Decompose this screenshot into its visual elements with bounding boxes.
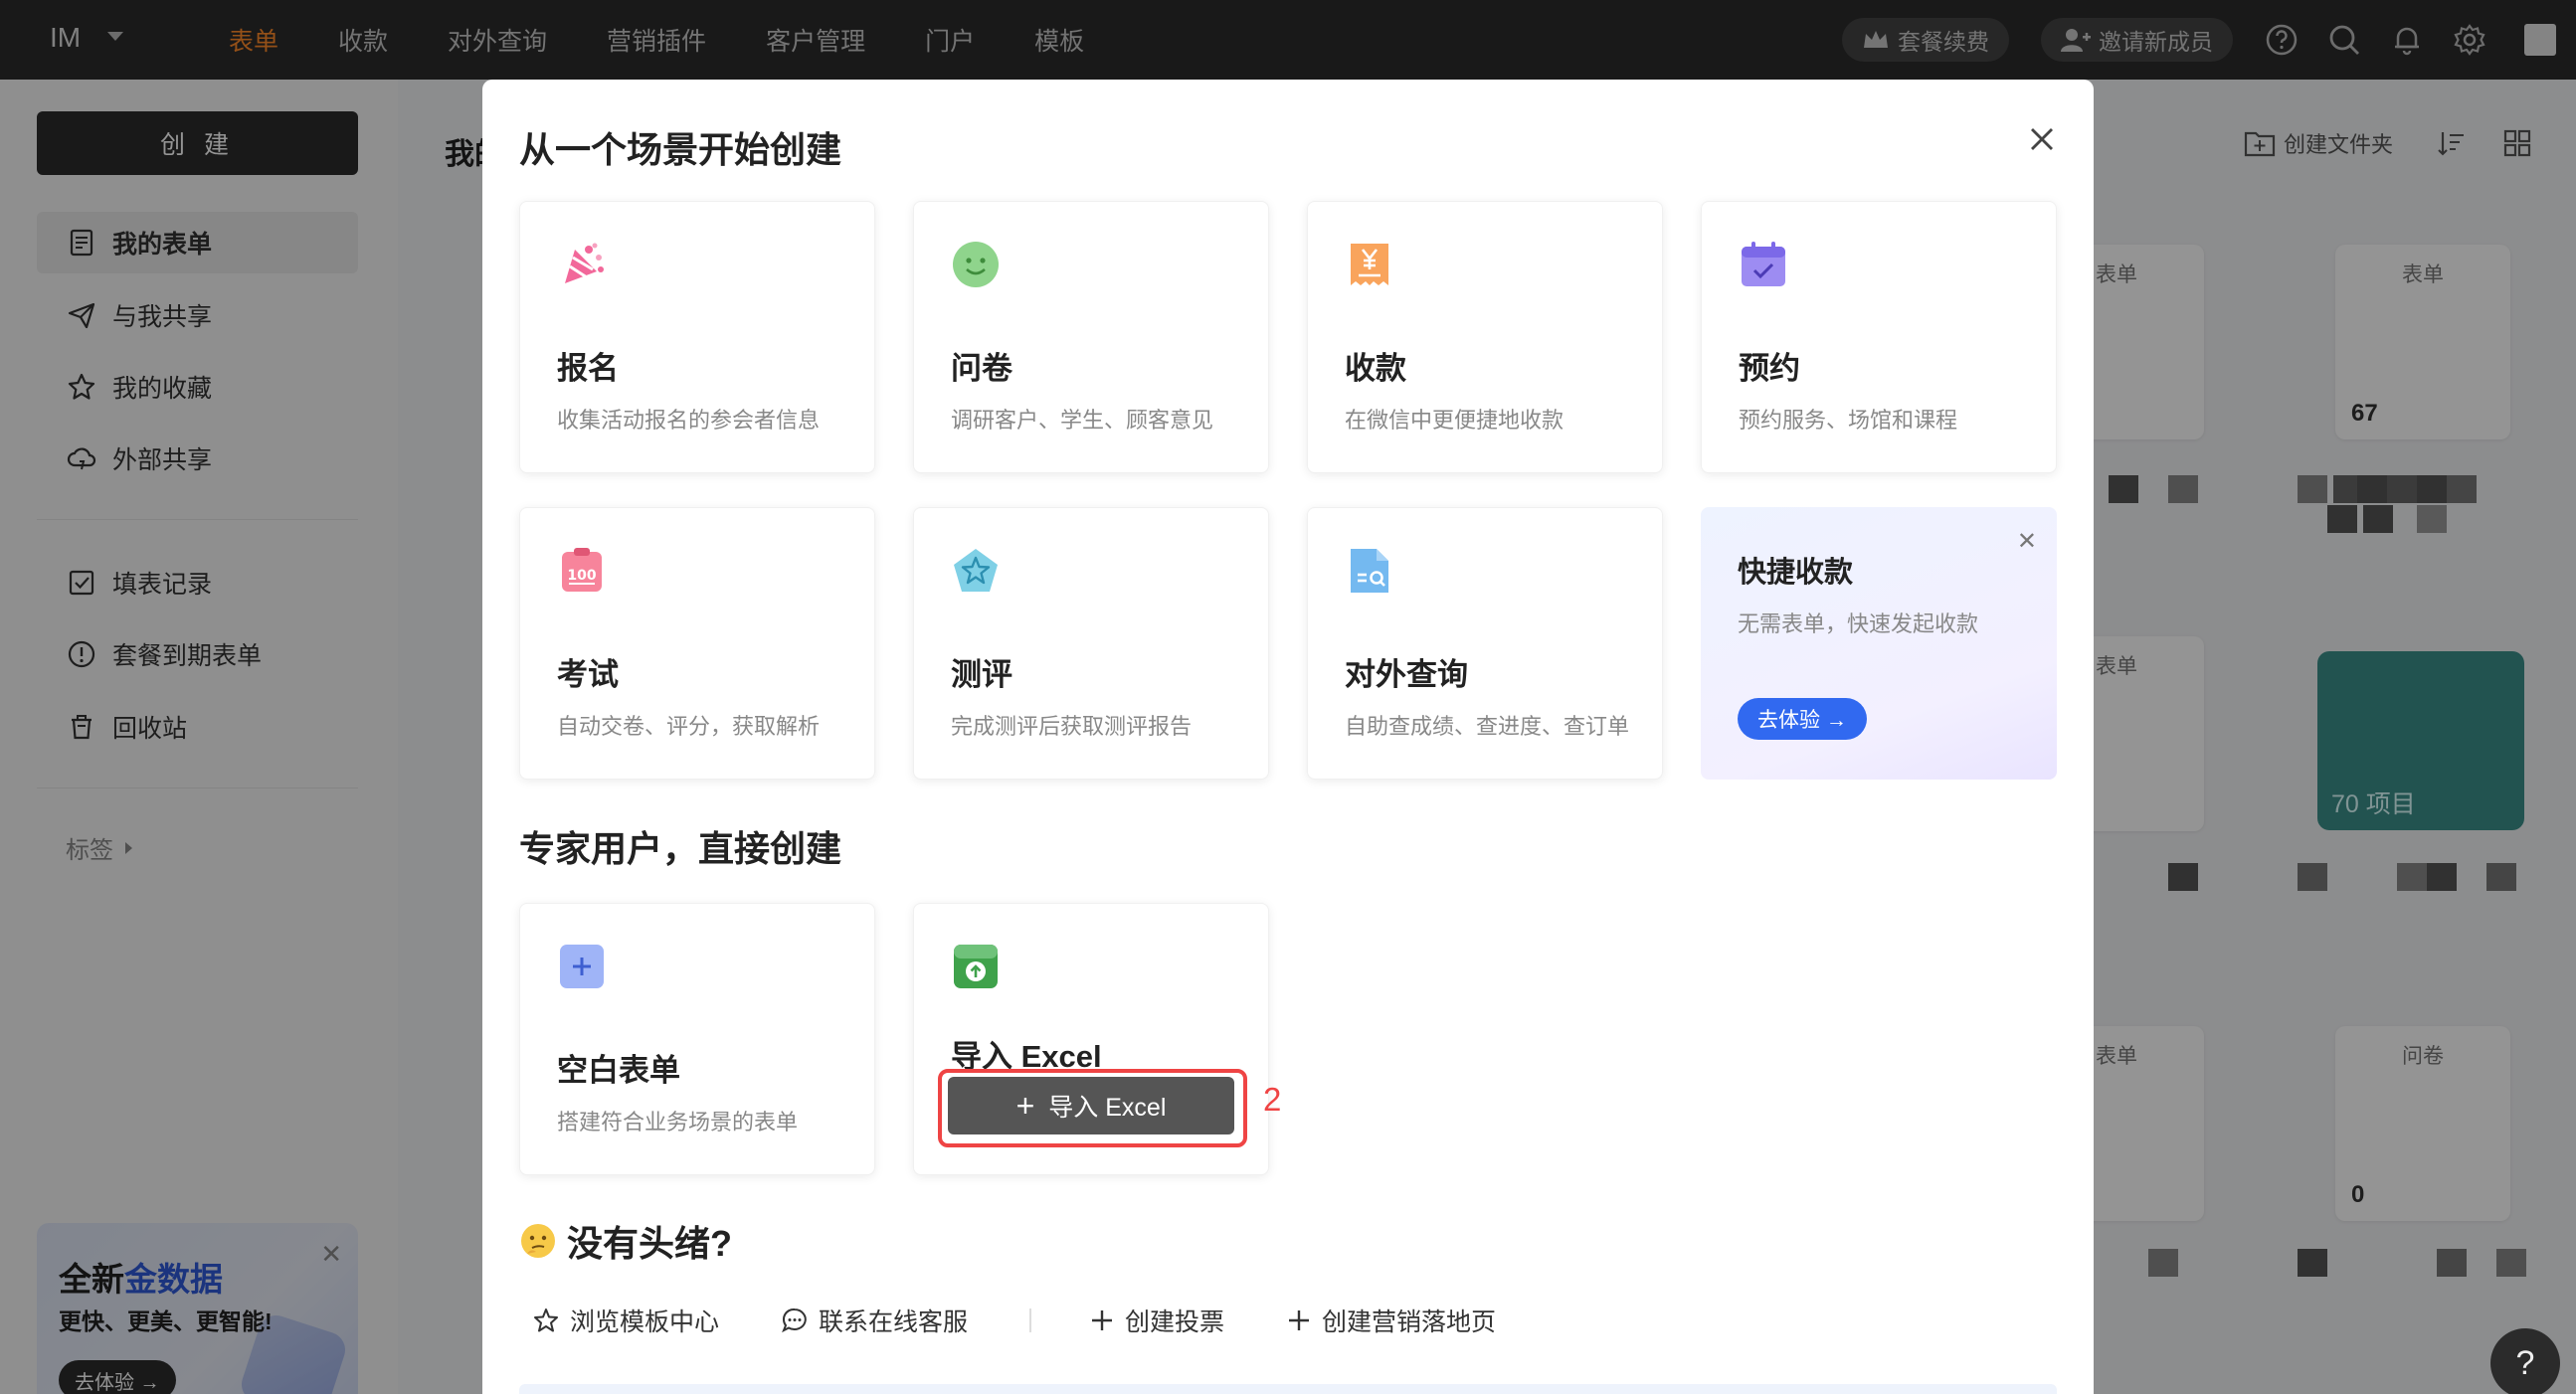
plus-square-icon — [560, 945, 604, 988]
scene-desc: 自助查成绩、查进度、查订单 — [1345, 714, 1630, 739]
annotation-highlight-box — [938, 1069, 1247, 1147]
close-icon[interactable]: ✕ — [2017, 527, 2037, 556]
scene-title: 预约 — [1739, 351, 1800, 386]
browse-templates-link[interactable]: 浏览模板中心 — [532, 1303, 719, 1338]
scene-card-external-query[interactable]: 对外查询 自助查成绩、查进度、查订单 — [1307, 507, 1663, 780]
create-scene-modal: 从一个场景开始创建 报名 收集活动报名的参会者信息 问卷 调研客户、学生、顾客意… — [482, 80, 2094, 1394]
scene-desc: 自动交卷、评分，获取解析 — [557, 714, 821, 739]
scene-title: 考试 — [557, 657, 619, 692]
calendar-check-icon — [1742, 242, 1785, 286]
blank-form-card[interactable]: 空白表单 搭建符合业务场景的表单 — [519, 903, 875, 1175]
scene-desc: 收集活动报名的参会者信息 — [557, 408, 821, 433]
scene-card-registration[interactable]: 报名 收集活动报名的参会者信息 — [519, 201, 875, 473]
exam-score-icon: 100 — [562, 548, 602, 592]
thinking-face-icon — [521, 1224, 555, 1258]
scene-title: 收款 — [1345, 351, 1406, 386]
blank-form-desc: 搭建符合业务场景的表单 — [557, 1110, 799, 1134]
star-outline-icon — [534, 1308, 558, 1332]
quick-pay-desc: 无需表单，快速发起收款 — [1738, 611, 1979, 636]
helper-links: 浏览模板中心 联系在线客服 创建投票 创建营销落地页 — [532, 1303, 1558, 1338]
yuan-receipt-icon — [1351, 244, 1388, 285]
expert-section-title: 专家用户，直接创建 — [519, 828, 842, 869]
party-popper-icon — [565, 243, 604, 283]
create-landing-page-link[interactable]: 创建营销落地页 — [1286, 1303, 1496, 1338]
scene-desc: 在微信中更便捷地收款 — [1345, 408, 1564, 433]
scene-title: 报名 — [557, 351, 619, 386]
plus-icon — [1092, 1310, 1113, 1330]
scene-card-payment[interactable]: 收款 在微信中更便捷地收款 — [1307, 201, 1663, 473]
scene-title: 对外查询 — [1345, 657, 1468, 692]
scene-card-exam[interactable]: 100 考试 自动交卷、评分，获取解析 — [519, 507, 875, 780]
link-divider — [1029, 1308, 1032, 1332]
annotation-step-number: 2 — [1263, 1081, 1282, 1118]
scene-card-assessment[interactable]: 测评 完成测评后获取测评报告 — [913, 507, 1269, 780]
scene-card-booking[interactable]: 预约 预约服务、场馆和课程 — [1701, 201, 2057, 473]
blank-form-title: 空白表单 — [557, 1053, 680, 1088]
modal-title: 从一个场景开始创建 — [519, 129, 842, 170]
plus-icon — [1289, 1310, 1310, 1330]
no-idea-section-title: 没有头绪? — [519, 1215, 732, 1267]
scene-desc: 调研客户、学生、顾客意见 — [951, 408, 1214, 433]
smiley-icon — [953, 242, 999, 287]
scene-title: 测评 — [951, 657, 1012, 692]
close-icon[interactable] — [2022, 119, 2062, 159]
help-button[interactable]: ? — [2490, 1328, 2560, 1394]
scene-desc: 预约服务、场馆和课程 — [1739, 408, 1958, 433]
quick-pay-card[interactable]: ✕ 快捷收款 无需表单，快速发起收款 去体验 → — [1701, 507, 2057, 780]
quick-pay-try-button[interactable]: 去体验 → — [1738, 698, 1867, 740]
scene-title: 问卷 — [951, 351, 1012, 386]
chat-bubble-icon — [782, 1307, 807, 1333]
quick-pay-title: 快捷收款 — [1738, 557, 1854, 589]
scene-desc: 完成测评后获取测评报告 — [951, 714, 1193, 739]
doc-search-icon — [1351, 549, 1388, 593]
create-vote-link[interactable]: 创建投票 — [1089, 1303, 1224, 1338]
bottom-banner-edge — [519, 1384, 2057, 1394]
svg-text:100: 100 — [567, 568, 596, 584]
scene-card-survey[interactable]: 问卷 调研客户、学生、顾客意见 — [913, 201, 1269, 473]
upload-excel-icon — [954, 945, 998, 988]
pentagon-star-icon — [954, 549, 998, 592]
online-support-link[interactable]: 联系在线客服 — [781, 1303, 968, 1338]
